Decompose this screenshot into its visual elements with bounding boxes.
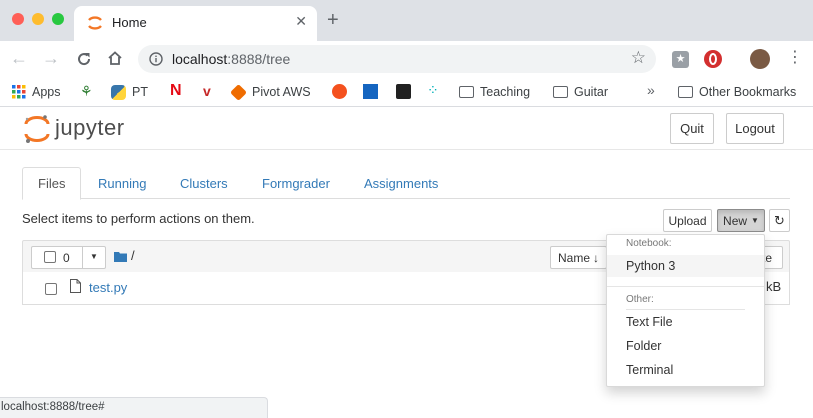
menu-item-terminal[interactable]: Terminal [607, 359, 764, 381]
file-name-link[interactable]: test.py [89, 280, 127, 295]
maximize-window-button[interactable] [52, 13, 64, 25]
folder-icon [459, 86, 474, 98]
info-icon[interactable] [149, 52, 163, 66]
logout-button[interactable]: Logout [726, 113, 784, 144]
menu-item-text-file[interactable]: Text File [607, 311, 764, 333]
bookmark-teaching[interactable]: Teaching [459, 83, 530, 101]
bookmark-label: Apps [32, 85, 61, 99]
v-bookmark-icon[interactable]: v [203, 83, 211, 99]
folder-icon[interactable] [114, 251, 127, 262]
caret-down-icon: ▼ [751, 216, 759, 225]
jupyter-header: jupyter Quit Logout [0, 107, 813, 150]
browser-tab-strip: Home ✕ + [0, 0, 813, 41]
tab-clusters[interactable]: Clusters [165, 167, 243, 199]
url-host: localhost [172, 51, 228, 67]
select-all-control: 0 ▼ [31, 246, 106, 269]
bookmark-label: Teaching [480, 85, 531, 99]
medical-bookmark-icon[interactable] [363, 84, 378, 99]
url-path: :8888/tree [227, 51, 291, 67]
aws-cube-icon [230, 83, 247, 101]
tab-files[interactable]: Files [22, 167, 82, 200]
profile-avatar[interactable] [750, 49, 770, 69]
tab-title: Home [112, 15, 147, 30]
new-dropdown-button[interactable]: New ▼ [717, 209, 765, 232]
bookmark-pivot-aws[interactable]: Pivot AWS [230, 83, 311, 101]
bookmark-label: Pivot AWS [252, 85, 311, 99]
bookmark-other-bookmarks[interactable]: Other Bookmarks [678, 83, 796, 101]
plant-bookmark-icon[interactable]: ⚘ [80, 83, 93, 100]
caret-down-icon[interactable]: ▼ [90, 252, 98, 261]
file-size: kB [766, 279, 782, 294]
menu-divider [626, 309, 745, 310]
url-text: localhost:8888/tree [172, 51, 290, 67]
select-items-message: Select items to perform actions on them. [22, 211, 255, 226]
sort-by-name-button[interactable]: Name ↓ [550, 246, 607, 269]
browser-menu-icon[interactable]: ⋮ [787, 49, 803, 67]
jupyter-tabs: Files Running Clusters Formgrader Assign… [22, 167, 790, 200]
new-dropdown-menu: Notebook: Python 3 Other: Text File Fold… [606, 234, 765, 387]
menu-divider [607, 286, 764, 287]
breadcrumb-root[interactable]: / [131, 248, 135, 263]
opera-extension-icon[interactable] [704, 50, 722, 68]
bookmark-label: Guitar [574, 85, 609, 99]
bookmark-star-icon[interactable]: ☆ [631, 48, 646, 68]
new-tab-button[interactable]: + [327, 10, 339, 30]
bookmark-apps[interactable]: Apps [12, 83, 61, 101]
arrow-down-icon: ↓ [593, 250, 599, 265]
folder-icon [553, 86, 568, 98]
notebook-section-header: Notebook: [626, 238, 672, 249]
file-checkbox[interactable] [45, 283, 57, 295]
bookmark-label: Other Bookmarks [699, 85, 797, 99]
file-icon [70, 279, 81, 293]
minimize-window-button[interactable] [32, 13, 44, 25]
bookmark-guitar[interactable]: Guitar [553, 83, 608, 101]
home-icon[interactable] [106, 49, 124, 67]
close-tab-icon[interactable]: ✕ [295, 13, 307, 30]
jupyter-logo-text[interactable]: jupyter [55, 115, 125, 141]
upload-button[interactable]: Upload [663, 209, 712, 232]
bookmark-pt[interactable]: PT [111, 83, 148, 101]
bookmarks-bar: Apps ⚘ PT N v Pivot AWS ⁘ Teaching Guita… [0, 77, 813, 107]
close-window-button[interactable] [12, 13, 24, 25]
new-button-label: New [723, 213, 748, 228]
bookmark-label: PT [132, 85, 148, 99]
sort-name-label: Name [557, 250, 590, 265]
badge-bookmark-icon[interactable] [396, 84, 411, 99]
link-status-bar: localhost:8888/tree# [0, 397, 268, 418]
back-arrow-icon[interactable]: ← [10, 47, 28, 69]
reload-icon[interactable] [75, 50, 93, 68]
refresh-icon: ↻ [774, 212, 785, 228]
apps-grid-icon [12, 85, 26, 99]
music-bookmark-icon[interactable] [332, 84, 347, 99]
extension-star-icon[interactable]: ★ [672, 51, 689, 68]
python-icon [111, 84, 126, 100]
select-all-checkbox[interactable] [44, 251, 56, 263]
folder-icon [678, 86, 693, 98]
quit-button[interactable]: Quit [670, 113, 714, 144]
tab-formgrader[interactable]: Formgrader [247, 167, 345, 199]
fitbit-icon[interactable]: ⁘ [427, 82, 439, 99]
more-bookmarks-chevron[interactable]: » [647, 82, 655, 98]
jupyter-logo-icon[interactable] [24, 114, 50, 144]
jupyter-favicon-icon [88, 16, 102, 30]
tab-running[interactable]: Running [83, 167, 161, 199]
address-bar[interactable]: localhost:8888/tree ☆ [138, 45, 656, 73]
selected-count: 0 [63, 251, 70, 265]
forward-arrow-icon[interactable]: → [42, 47, 60, 69]
divider [82, 247, 83, 268]
other-section-header: Other: [626, 294, 654, 305]
menu-item-folder[interactable]: Folder [607, 335, 764, 357]
menu-item-python3[interactable]: Python 3 [607, 255, 764, 277]
netflix-icon[interactable]: N [170, 82, 182, 100]
refresh-button[interactable]: ↻ [769, 209, 790, 232]
browser-tab-home[interactable]: Home ✕ [74, 6, 317, 41]
browser-toolbar: ← → localhost:8888/tree ☆ ★ ⋮ [0, 41, 813, 77]
tab-assignments[interactable]: Assignments [349, 167, 453, 199]
